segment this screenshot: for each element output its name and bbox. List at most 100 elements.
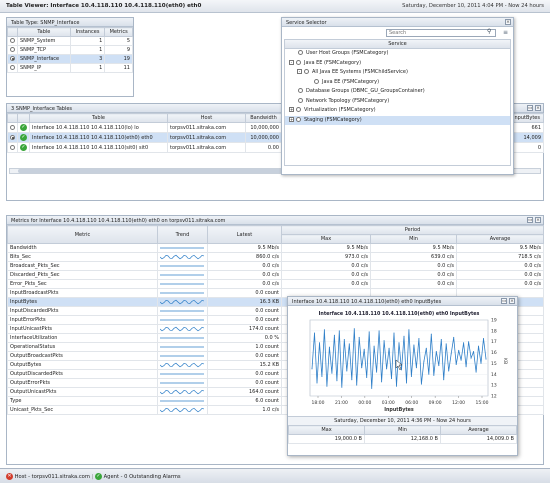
col-table[interactable]: Table — [29, 113, 168, 123]
metric-trend[interactable] — [157, 360, 208, 370]
col-max[interactable]: Max — [281, 234, 371, 244]
metric-trend[interactable] — [157, 252, 208, 262]
restore-icon[interactable]: ▭ — [527, 105, 533, 111]
grid-options-icon[interactable]: ≡ — [503, 29, 508, 36]
table-type-row[interactable]: SNMP_Interface 3 19 — [7, 54, 133, 64]
restore-icon[interactable]: ▭ — [527, 217, 533, 223]
radio-button[interactable] — [314, 78, 319, 84]
data-point — [463, 342, 465, 344]
expand-icon[interactable]: + — [289, 116, 294, 122]
service-label: Java EE (FSMCategory) — [322, 78, 380, 85]
metric-trend[interactable] — [157, 405, 208, 415]
radio-button[interactable] — [10, 65, 15, 70]
metric-row[interactable]: Bits_Sec 860.0 c/s 973.0 c/s 639.0 c/s 718.5… — [7, 252, 545, 262]
service-item[interactable]: User Host Groups (FSMCategory) — [285, 49, 510, 59]
metric-trend[interactable] — [157, 333, 208, 343]
close-icon[interactable]: × — [535, 217, 541, 223]
col-inputbytes[interactable]: InputBytes — [509, 113, 544, 123]
metric-trend[interactable] — [157, 261, 208, 271]
service-item[interactable]: - Java EE (FSMCategory) — [285, 59, 510, 69]
table-type-row[interactable]: SNMP_System 1 5 — [7, 36, 133, 46]
service-item[interactable]: Java EE (FSMCategory) — [285, 78, 510, 88]
row-select[interactable] — [7, 142, 18, 153]
row-select[interactable] — [7, 36, 18, 46]
metric-trend[interactable] — [157, 297, 208, 307]
metric-row[interactable]: Bandwidth 9.5 Mb/s 9.5 Mb/s 9.5 Mb/s 9.5 Mb/… — [7, 243, 545, 253]
col-table[interactable]: Table — [17, 27, 71, 37]
col-min[interactable]: Min — [370, 234, 457, 244]
close-icon[interactable]: × — [505, 19, 511, 25]
col-bandwidth[interactable]: Bandwidth — [245, 113, 282, 123]
table-name: SNMP_Interface — [17, 54, 71, 64]
data-point — [321, 376, 323, 377]
service-column-header[interactable]: Service — [285, 40, 510, 49]
metric-latest: 1.0 count — [207, 342, 282, 352]
radio-button[interactable] — [10, 144, 15, 150]
radio-button[interactable] — [304, 69, 309, 74]
radio-button[interactable] — [10, 47, 15, 52]
service-item[interactable]: + Virtualization (FSMCategory) — [285, 106, 510, 116]
metric-trend[interactable] — [157, 387, 208, 397]
metric-row[interactable]: Discarded_Pkts_Sec 0.0 c/s 0.0 c/s 0.0 c/s 0… — [7, 270, 545, 280]
metric-trend[interactable] — [157, 243, 208, 253]
expand-icon[interactable]: + — [289, 107, 294, 112]
metric-trend[interactable] — [157, 396, 208, 406]
metric-row[interactable]: Broadcast_Pkts_Sec 0.0 c/s 0.0 c/s 0.0 c/s 0… — [7, 261, 545, 271]
metric-trend[interactable] — [157, 342, 208, 352]
metric-trend[interactable] — [157, 369, 208, 379]
chart-title: Interface 10.4.118.110 10.4.118.110(eth0… — [319, 311, 480, 317]
search-icon[interactable]: ⚲ — [487, 28, 491, 35]
collapse-icon[interactable]: - — [289, 59, 294, 65]
radio-button[interactable] — [10, 124, 15, 130]
service-item[interactable]: Network Topology (FSMCategory) — [285, 97, 510, 107]
radio-button[interactable] — [298, 50, 303, 55]
col-metric[interactable]: Metric — [7, 225, 158, 244]
radio-button[interactable] — [296, 116, 301, 122]
row-select[interactable] — [7, 132, 18, 143]
close-icon[interactable]: × — [509, 298, 515, 304]
agent-status[interactable]: Agent - 0 Outstanding Alarms — [104, 474, 181, 480]
metric-trend[interactable] — [157, 306, 208, 316]
metric-trend[interactable] — [157, 315, 208, 325]
service-item[interactable]: Database Groups (DBMC_GU_GroupsContainer… — [285, 87, 510, 97]
table-type-row[interactable]: SNMP_IP 1 11 — [7, 63, 133, 73]
table-type-row[interactable]: SNMP_TCP 1 9 — [7, 45, 133, 55]
col-instances[interactable]: Instances — [69, 27, 106, 37]
metric-trend[interactable] — [157, 324, 208, 334]
time-range-selector[interactable]: Saturday, December 10, 2011 4:04 PM - No… — [402, 3, 544, 9]
col-latest[interactable]: Latest — [207, 225, 282, 244]
inputbytes-chart[interactable]: Interface 10.4.118.110 10.4.118.110(eth0… — [288, 306, 517, 416]
col-trend[interactable]: Trend — [157, 225, 208, 244]
y-axis-label: KB — [502, 358, 508, 364]
row-select[interactable] — [7, 54, 18, 64]
radio-button[interactable] — [296, 107, 301, 112]
metric-trend[interactable] — [157, 378, 208, 388]
data-point — [478, 345, 479, 347]
metric-name: OutputErrorPkts — [7, 378, 158, 388]
radio-button[interactable] — [298, 88, 303, 93]
col-average[interactable]: Average — [455, 234, 545, 244]
service-item[interactable]: + Staging (FSMCategory) — [285, 115, 510, 125]
search-input[interactable] — [386, 29, 496, 37]
col-metrics[interactable]: Metrics — [104, 27, 133, 37]
metric-trend[interactable] — [157, 279, 208, 289]
row-select[interactable] — [7, 122, 18, 133]
host-status[interactable]: Host - torpsv011.sitraka.com — [15, 474, 90, 480]
metric-trend[interactable] — [157, 351, 208, 361]
metric-row[interactable]: Error_Pkts_Sec 0.0 c/s 0.0 c/s 0.0 c/s 0.0 c… — [7, 279, 545, 289]
radio-button[interactable] — [296, 59, 301, 65]
data-point — [326, 385, 328, 387]
col-host[interactable]: Host — [167, 113, 246, 123]
close-icon[interactable]: × — [535, 105, 541, 111]
radio-button[interactable] — [10, 56, 15, 61]
radio-button[interactable] — [10, 38, 15, 43]
service-item[interactable]: - All Java EE Systems (FSMChildService) — [285, 68, 510, 78]
radio-button[interactable] — [298, 97, 303, 103]
metric-trend[interactable] — [157, 288, 208, 298]
radio-button[interactable] — [10, 134, 15, 140]
restore-icon[interactable]: ▭ — [501, 298, 507, 304]
row-select[interactable] — [7, 45, 18, 55]
collapse-icon[interactable]: - — [297, 69, 302, 74]
row-select[interactable] — [7, 63, 18, 73]
metric-trend[interactable] — [157, 270, 208, 280]
